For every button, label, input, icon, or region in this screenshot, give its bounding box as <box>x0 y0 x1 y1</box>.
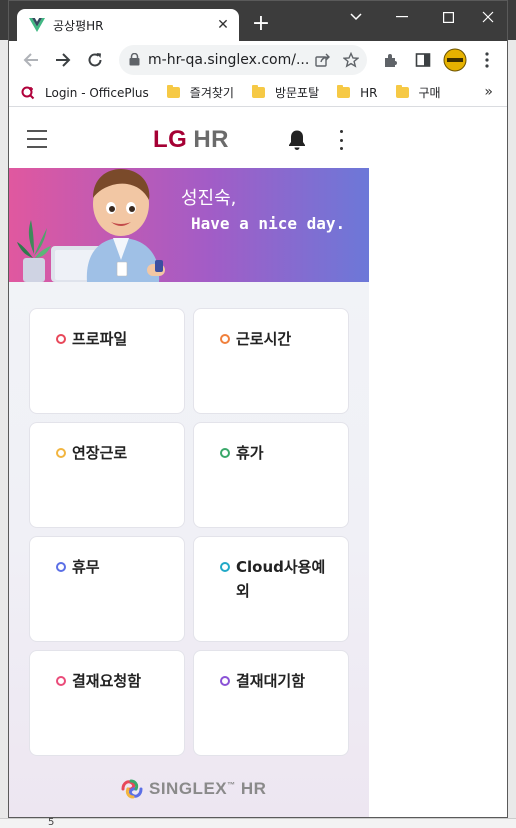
bookmarks-overflow-icon[interactable]: » <box>484 84 493 100</box>
menu-dot-icon <box>56 562 66 572</box>
greeting-banner: 성진숙, Have a nice day. <box>9 168 369 282</box>
hamburger-menu-icon[interactable] <box>27 130 47 148</box>
officeplus-icon <box>21 86 35 100</box>
backdrop-text: 5 <box>48 817 55 828</box>
bookmark-label: 방문포탈 <box>274 86 320 100</box>
new-tab-icon[interactable]: + <box>249 13 273 37</box>
more-options-icon[interactable] <box>331 130 351 150</box>
menu-dot-icon <box>220 334 230 344</box>
greeting-message: Have a nice day. <box>191 214 346 233</box>
folder-icon <box>395 85 409 98</box>
person-illustration-icon <box>51 169 165 282</box>
bookmarks-bar: Login - OfficePlus 즐겨찾기 방문포탈 HR 구매 » <box>9 79 507 107</box>
bookmark-folder-purchase[interactable]: 구매 <box>395 84 441 101</box>
menu-card-label: 근로시간 <box>236 330 292 348</box>
menu-dot-icon <box>220 448 230 458</box>
bookmark-folder-favorites[interactable]: 즐겨찾기 <box>166 84 234 101</box>
side-panel-icon[interactable] <box>407 44 439 76</box>
singlex-logo-icon <box>121 779 143 799</box>
bookmark-folder-hr[interactable]: HR <box>337 85 378 100</box>
menu-dot-icon <box>56 334 66 344</box>
address-bar[interactable]: m-hr-qa.singlex.com/... <box>119 45 367 75</box>
menu-card[interactable]: 휴무 <box>29 536 185 642</box>
footer-brand: SINGLEX <box>149 779 228 798</box>
plant-illustration-icon <box>17 220 51 282</box>
menu-card[interactable]: 프로파일 <box>29 308 185 414</box>
menu-card-grid: 프로파일 근로시간연장근로 휴가휴무 Cloud사용예외결재요청함 결재대기함 <box>29 308 349 756</box>
menu-card[interactable]: 휴가 <box>193 422 349 528</box>
browser-toolbar: m-hr-qa.singlex.com/... <box>9 41 507 79</box>
menu-card-label: 휴무 <box>72 558 100 576</box>
menu-card[interactable]: 연장근로 <box>29 422 185 528</box>
bookmark-login-officeplus[interactable]: Login - OfficePlus <box>21 86 149 100</box>
menu-dot-icon <box>220 676 230 686</box>
app-header: LG HR <box>9 112 369 168</box>
vue-favicon-icon <box>29 17 45 33</box>
minimize-icon[interactable] <box>379 1 425 33</box>
profile-avatar[interactable] <box>439 44 471 76</box>
menu-card[interactable]: 결재대기함 <box>193 650 349 756</box>
folder-icon <box>166 85 180 98</box>
greeting-name: 성진숙, <box>181 188 237 209</box>
lg-hr-logo[interactable]: LG HR <box>153 126 229 154</box>
page-empty-area <box>369 112 507 817</box>
menu-dot-icon <box>56 676 66 686</box>
extensions-icon[interactable] <box>375 44 407 76</box>
share-icon[interactable] <box>311 48 335 72</box>
folder-icon <box>251 85 265 98</box>
tab-strip: 공상평HR ✕ + <box>9 1 507 41</box>
footer-brand-text: SINGLEX™ HR <box>149 779 266 799</box>
reload-icon[interactable] <box>79 44 111 76</box>
notification-bell-icon[interactable] <box>285 128 309 152</box>
menu-dot-icon <box>56 448 66 458</box>
footer-trademark: ™ <box>227 780 236 790</box>
tab-close-icon[interactable]: ✕ <box>211 13 235 37</box>
menu-dot-icon <box>220 562 230 572</box>
menu-card[interactable]: Cloud사용예외 <box>193 536 349 642</box>
menu-card[interactable]: 근로시간 <box>193 308 349 414</box>
logo-brand: LG <box>153 126 188 153</box>
menu-card-label: 연장근로 <box>72 444 128 462</box>
bookmark-label: 구매 <box>418 86 441 100</box>
url-text[interactable]: m-hr-qa.singlex.com/... <box>148 52 311 68</box>
chrome-menu-icon[interactable] <box>471 44 503 76</box>
tab-title: 공상평HR <box>53 18 104 33</box>
browser-window: 공상평HR ✕ + m-hr-qa.singlex.com/... Login … <box>8 0 508 818</box>
bookmark-label: 즐겨찾기 <box>189 86 234 100</box>
menu-card-label: 프로파일 <box>72 330 128 348</box>
forward-icon[interactable] <box>47 44 79 76</box>
folder-icon <box>337 85 351 98</box>
back-icon[interactable] <box>15 44 47 76</box>
bookmark-folder-visit-portal[interactable]: 방문포탈 <box>251 84 320 101</box>
page-viewport: LG HR 성진숙, Have a nice day. 프로파일 근로시간 연장… <box>9 112 507 817</box>
footer-product: HR <box>240 779 267 798</box>
browser-tab[interactable]: 공상평HR ✕ <box>17 9 239 41</box>
logo-product: HR <box>193 126 229 153</box>
lg-hr-app: LG HR 성진숙, Have a nice day. 프로파일 근로시간 연장… <box>9 112 369 817</box>
lock-icon[interactable] <box>129 51 140 70</box>
menu-card-label: Cloud사용예외 <box>236 558 326 600</box>
singlex-hr-logo: SINGLEX™ HR <box>119 778 266 800</box>
menu-card[interactable]: 결재요청함 <box>29 650 185 756</box>
tab-search-icon[interactable] <box>333 1 379 33</box>
menu-card-label: 휴가 <box>236 444 264 462</box>
bookmark-label: HR <box>360 85 378 100</box>
menu-card-label: 결재요청함 <box>72 672 142 690</box>
menu-card-label: 결재대기함 <box>236 672 306 690</box>
window-close-icon[interactable] <box>465 1 507 33</box>
backdrop-bottom: 5 <box>0 817 516 828</box>
bookmark-label: Login - OfficePlus <box>45 85 149 100</box>
bookmark-star-icon[interactable] <box>339 48 363 72</box>
